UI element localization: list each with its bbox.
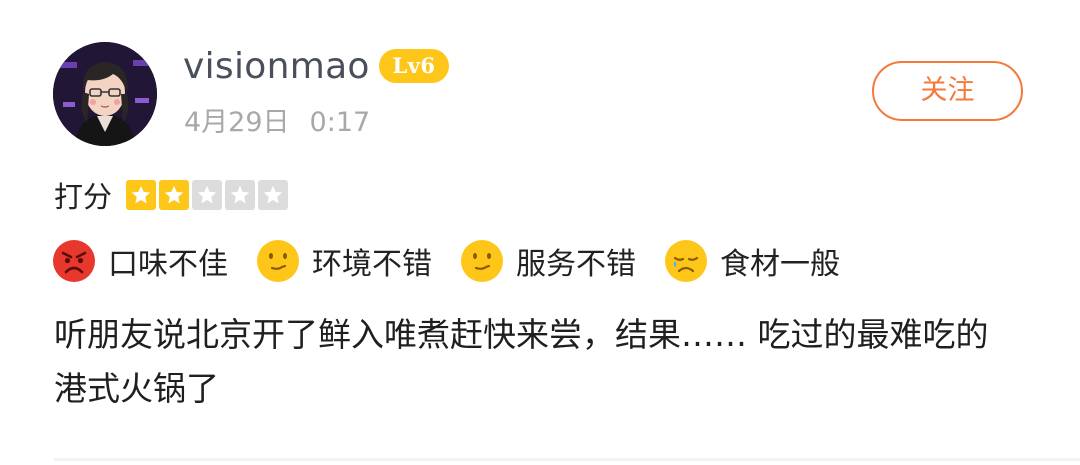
sad-face-icon xyxy=(665,240,707,282)
tag-label: 口味不佳 xyxy=(108,247,228,282)
tag-service: 服务不错 xyxy=(460,239,636,283)
post-date: 4月29日 xyxy=(184,107,290,138)
angry-face-icon xyxy=(53,240,95,282)
follow-button[interactable]: 关注 xyxy=(872,61,1023,121)
post-time: 0:17 xyxy=(309,107,371,138)
tag-list: 口味不佳 环境不错 服务不错 食材一般 xyxy=(52,238,868,284)
tag-label: 环境不错 xyxy=(312,247,432,282)
username[interactable]: visionmao xyxy=(183,42,370,92)
tag-ingredients: 食材一般 xyxy=(664,239,840,283)
level-badge: Lv6 xyxy=(379,49,449,83)
divider xyxy=(54,458,1080,461)
neutral-face-icon xyxy=(461,240,503,282)
rating-row: 打分 xyxy=(54,176,289,214)
star-empty-icon xyxy=(192,180,223,210)
star-filled-icon xyxy=(159,180,190,210)
avatar[interactable] xyxy=(53,42,157,146)
post-timestamp: 4月29日 0:17 xyxy=(184,105,390,141)
star-filled-icon xyxy=(126,180,157,210)
tag-taste: 口味不佳 xyxy=(52,239,228,283)
rating-label: 打分 xyxy=(54,180,113,214)
tag-label: 服务不错 xyxy=(516,247,636,282)
star-empty-icon xyxy=(225,180,256,210)
star-empty-icon xyxy=(258,180,289,210)
neutral-face-icon xyxy=(257,240,299,282)
tag-label: 食材一般 xyxy=(720,247,840,282)
review-text: 听朋友说北京开了鲜入唯煮赶快来尝，结果…… 吃过的最难吃的港式火锅了 xyxy=(54,315,989,408)
tag-environment: 环境不错 xyxy=(256,239,432,283)
star-rating xyxy=(126,180,289,210)
